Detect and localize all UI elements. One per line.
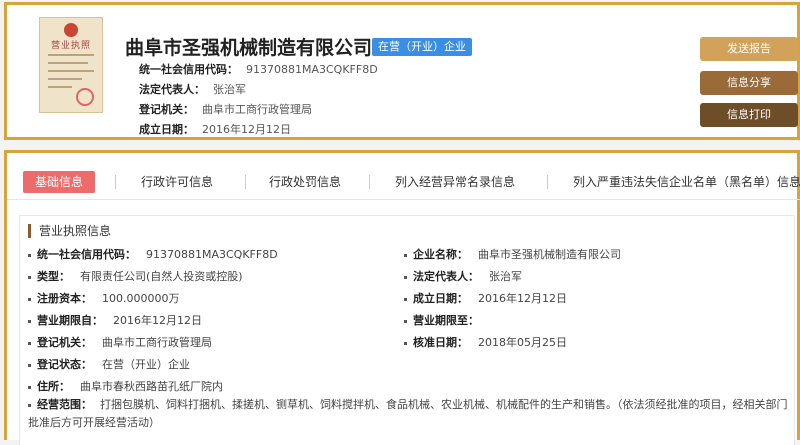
license-text-line: [48, 70, 94, 72]
tab-bar: 基础信息 行政许可信息 行政处罚信息 列入经营异常名录信息 列入严重违法失信企业…: [7, 163, 800, 200]
field-value: 有限责任公司(自然人投资或控股): [80, 270, 243, 283]
bullet-icon: [404, 253, 407, 257]
bullet-icon: [404, 319, 407, 323]
field-value: 打捆包膜机、饲料打捆机、揉搓机、铡草机、饲料搅拌机、食品机械、农业机械、机械配件…: [28, 398, 788, 429]
field-approval-date: 核准日期： 2018年05月25日: [404, 334, 567, 350]
summary-label: 统一社会信用代码：: [139, 63, 238, 76]
tab-blacklist[interactable]: 列入严重违法失信企业名单（黑名单）信息: [573, 171, 800, 193]
details-card: 基础信息 行政许可信息 行政处罚信息 列入经营异常名录信息 列入严重违法失信企业…: [4, 150, 800, 445]
field-label: 成立日期：: [413, 292, 468, 305]
field-registration-status: 登记状态： 在营（开业）企业: [28, 356, 190, 372]
field-label: 企业名称：: [413, 248, 468, 261]
summary-authority: 登记机关： 曲阜市工商行政管理局: [139, 101, 312, 117]
field-label: 类型：: [37, 270, 70, 283]
field-value: 在营（开业）企业: [102, 358, 190, 371]
field-value: 2018年05月25日: [478, 336, 567, 349]
summary-label: 成立日期：: [139, 123, 194, 136]
tab-divider: [245, 175, 246, 189]
field-company-name: 企业名称： 曲阜市圣强机械制造有限公司: [404, 246, 621, 262]
license-text-line: [48, 54, 94, 56]
summary-value: 张治军: [213, 83, 246, 96]
summary-founded: 成立日期： 2016年12月12日: [139, 121, 291, 137]
field-value: 91370881MA3CQKFF8D: [146, 248, 278, 261]
bullet-icon: [28, 363, 31, 367]
license-info-section: 营业执照信息 统一社会信用代码： 91370881MA3CQKFF8D 类型： 有限…: [19, 215, 795, 445]
print-info-button[interactable]: 信息打印: [700, 103, 798, 127]
national-emblem-icon: [64, 23, 78, 37]
send-report-button[interactable]: 发送报告: [700, 37, 798, 61]
bullet-icon: [28, 297, 31, 301]
field-value: 2016年12月12日: [113, 314, 202, 327]
status-badge: 在营（开业）企业: [372, 38, 472, 56]
field-label: 法定代表人：: [413, 270, 479, 283]
field-founded-date: 成立日期： 2016年12月12日: [404, 290, 567, 306]
field-label: 注册资本：: [37, 292, 92, 305]
tab-divider: [369, 175, 370, 189]
summary-value: 曲阜市工商行政管理局: [202, 103, 312, 116]
tab-basic-info[interactable]: 基础信息: [23, 171, 96, 193]
license-image-title: 营业执照: [50, 41, 91, 51]
field-address: 住所： 曲阜市春秋西路苗孔纸厂院内: [28, 378, 223, 394]
field-registered-capital: 注册资本： 100.000000万: [28, 290, 179, 306]
section-title: 营业执照信息: [28, 224, 111, 238]
field-label: 住所：: [37, 380, 70, 393]
tab-divider: [115, 175, 116, 189]
field-value: 曲阜市圣强机械制造有限公司: [478, 248, 621, 261]
field-label: 登记状态：: [37, 358, 92, 371]
field-value: 2016年12月12日: [478, 292, 567, 305]
business-license-image: 营业执照: [39, 17, 103, 113]
bullet-icon: [404, 297, 407, 301]
field-value: 曲阜市工商行政管理局: [102, 336, 212, 349]
bullet-icon: [28, 341, 31, 345]
bullet-icon: [28, 275, 31, 279]
bullet-icon: [28, 403, 31, 407]
company-name: 曲阜市圣强机械制造有限公司: [125, 37, 373, 59]
summary-credit-code: 统一社会信用代码： 91370881MA3CQKFF8D: [139, 61, 378, 77]
bullet-icon: [28, 319, 31, 323]
tab-divider: [547, 175, 548, 189]
bullet-icon: [404, 275, 407, 279]
field-label: 营业期限自：: [37, 314, 103, 327]
field-type: 类型： 有限责任公司(自然人投资或控股): [28, 268, 243, 284]
field-value: 张治军: [489, 270, 522, 283]
share-info-button[interactable]: 信息分享: [700, 71, 798, 95]
field-label: 营业期限至：: [413, 314, 479, 327]
field-authority: 登记机关： 曲阜市工商行政管理局: [28, 334, 212, 350]
tab-admin-license[interactable]: 行政许可信息: [141, 171, 213, 193]
business-scope: 经营范围： 打捆包膜机、饲料打捆机、揉搓机、铡草机、饲料搅拌机、食品机械、农业机械…: [28, 396, 788, 432]
field-label: 核准日期：: [413, 336, 468, 349]
field-label: 统一社会信用代码：: [37, 248, 136, 261]
summary-label: 登记机关：: [139, 103, 194, 116]
license-text-line: [48, 86, 72, 88]
summary-value: 91370881MA3CQKFF8D: [246, 63, 378, 76]
summary-legal-rep: 法定代表人： 张治军: [139, 81, 246, 97]
company-summary-card: 营业执照 曲阜市圣强机械制造有限公司 在营（开业）企业 统一社会信用代码： 913…: [4, 2, 800, 140]
field-term-from: 营业期限自： 2016年12月12日: [28, 312, 202, 328]
bullet-icon: [28, 253, 31, 257]
summary-value: 2016年12月12日: [202, 123, 291, 136]
field-term-to: 营业期限至：: [404, 312, 489, 328]
bullet-icon: [28, 385, 31, 389]
field-value: 100.000000万: [102, 292, 180, 305]
official-seal-icon: [76, 88, 94, 106]
field-label: 经营范围：: [37, 398, 92, 411]
license-text-line: [48, 78, 82, 80]
license-text-line: [48, 62, 88, 64]
tab-admin-penalty[interactable]: 行政处罚信息: [269, 171, 341, 193]
field-value: 曲阜市春秋西路苗孔纸厂院内: [80, 380, 223, 393]
field-label: 登记机关：: [37, 336, 92, 349]
summary-label: 法定代表人：: [139, 83, 205, 96]
bullet-icon: [404, 341, 407, 345]
field-legal-rep: 法定代表人： 张治军: [404, 268, 522, 284]
tab-abnormal-operation[interactable]: 列入经营异常名录信息: [395, 171, 515, 193]
field-credit-code: 统一社会信用代码： 91370881MA3CQKFF8D: [28, 246, 278, 262]
